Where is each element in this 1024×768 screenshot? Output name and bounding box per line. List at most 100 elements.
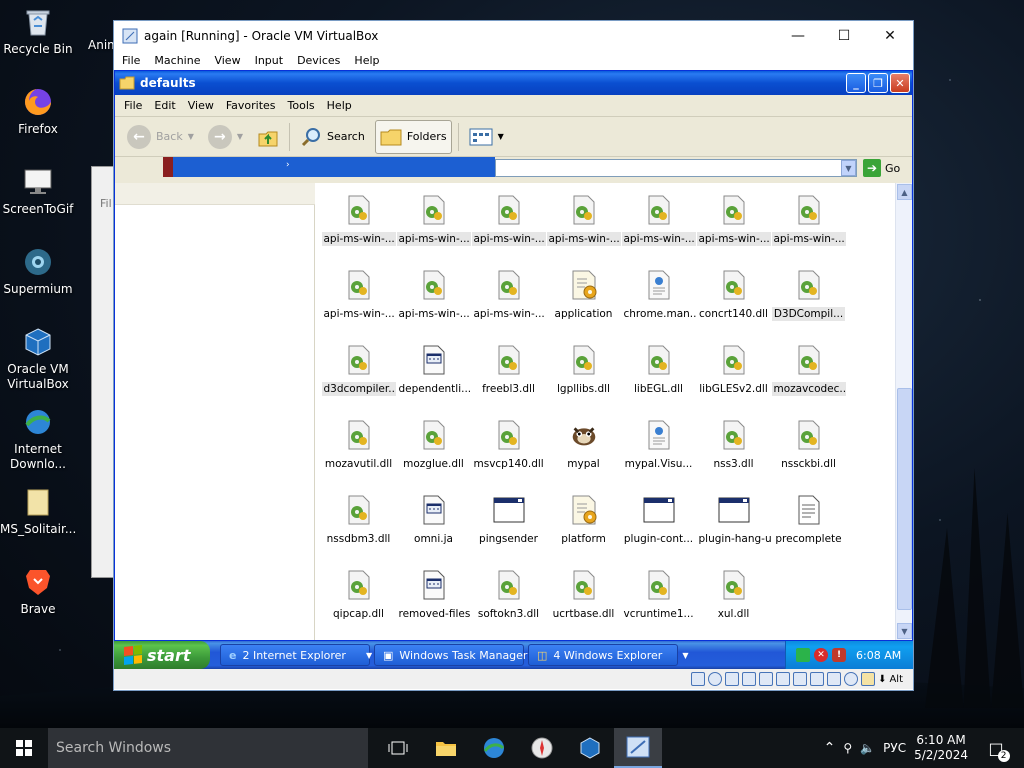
vbox-menu-help[interactable]: Help	[354, 54, 379, 67]
file-item[interactable]: platform	[546, 493, 621, 568]
desktop-icon-partial[interactable]: Anim	[78, 6, 118, 53]
windows-start-button[interactable]	[0, 728, 48, 768]
hard-disk-icon[interactable]	[691, 672, 706, 686]
file-item[interactable]: d3dcompiler...	[321, 343, 396, 418]
taskbar-item-task-manager[interactable]: ▣ Windows Task Manager	[374, 644, 527, 666]
people-icon[interactable]: ⚲	[843, 741, 852, 755]
file-item[interactable]: libEGL.dll	[621, 343, 696, 418]
folders-button[interactable]: Folders	[374, 119, 452, 154]
menu-help[interactable]: Help	[327, 99, 352, 112]
file-item[interactable]: pingsender	[471, 493, 546, 568]
file-item[interactable]: api-ms-win-...	[396, 193, 471, 268]
file-item[interactable]: nss3.dll	[696, 418, 771, 493]
file-item[interactable]: concrt140.dll	[696, 268, 771, 343]
file-item[interactable]: precomplete	[771, 493, 846, 568]
audio-icon[interactable]	[725, 672, 740, 686]
close-icon[interactable]: ✕	[867, 21, 913, 51]
file-item[interactable]: mozavcodec...	[771, 343, 846, 418]
keyboard-icon[interactable]	[861, 672, 876, 686]
file-item[interactable]: vcruntime1...	[621, 568, 696, 643]
file-item[interactable]: api-ms-win-...	[771, 193, 846, 268]
file-item[interactable]: api-ms-win-...	[696, 193, 771, 268]
vbox-menu-machine[interactable]: Machine	[154, 54, 200, 67]
menu-favorites[interactable]: Favorites	[226, 99, 276, 112]
file-item[interactable]: lgpllibs.dll	[546, 343, 621, 418]
vbox-menu-view[interactable]: View	[214, 54, 240, 67]
network-icon[interactable]	[796, 648, 810, 662]
menu-edit[interactable]: Edit	[154, 99, 175, 112]
scroll-down-icon[interactable]: ▼	[897, 623, 912, 639]
desktop-icon-brave[interactable]: Brave	[0, 566, 76, 617]
minimize-icon[interactable]: _	[846, 73, 866, 93]
file-item[interactable]: api-ms-win-...	[321, 193, 396, 268]
xp-start-button[interactable]: start	[114, 641, 210, 669]
cpu-icon[interactable]	[827, 672, 842, 686]
mouse-integration-icon[interactable]	[844, 672, 859, 686]
usb-icon[interactable]	[759, 672, 774, 686]
file-item[interactable]: chrome.man...	[621, 268, 696, 343]
optical-drive-icon[interactable]	[708, 672, 723, 686]
shared-folder-icon[interactable]	[776, 672, 791, 686]
desktop-icon-firefox[interactable]: Firefox	[0, 86, 76, 137]
explorer-title-bar[interactable]: defaults _ ❐ ✕	[115, 71, 912, 95]
search-button[interactable]: Search	[296, 120, 369, 154]
file-item[interactable]: mozavutil.dll	[321, 418, 396, 493]
file-item[interactable]: api-ms-win-...	[546, 193, 621, 268]
file-item[interactable]: omni.ja	[396, 493, 471, 568]
file-item[interactable]: mypal	[546, 418, 621, 493]
display-icon[interactable]	[793, 672, 808, 686]
menu-view[interactable]: View	[188, 99, 214, 112]
address-input[interactable]	[495, 159, 857, 177]
maximize-icon[interactable]: ☐	[821, 21, 867, 51]
file-list[interactable]: api-ms-win-... api-ms-win-... api-ms-win-.…	[315, 183, 912, 640]
go-button[interactable]: ➔ Go	[863, 159, 900, 177]
back-button[interactable]: ← Back ▼	[123, 120, 198, 154]
desktop-icon-virtualbox[interactable]: Oracle VM VirtualBox	[0, 326, 76, 392]
vbox-title-bar[interactable]: again [Running] - Oracle VM VirtualBox —…	[114, 21, 913, 51]
vbox-menu-input[interactable]: Input	[255, 54, 283, 67]
file-item[interactable]: api-ms-win-...	[396, 268, 471, 343]
chevron-up-icon[interactable]: ⌃	[824, 740, 836, 756]
notification-center-button[interactable]: □ 2	[976, 728, 1016, 768]
task-view-button[interactable]	[374, 728, 422, 768]
file-item[interactable]: D3DCompil...	[771, 268, 846, 343]
file-item[interactable]: nssdbm3.dll	[321, 493, 396, 568]
pinned-app-compass[interactable]	[518, 728, 566, 768]
file-item[interactable]: ucrtbase.dll	[546, 568, 621, 643]
file-item[interactable]: removed-files	[396, 568, 471, 643]
vbox-menu-devices[interactable]: Devices	[297, 54, 340, 67]
file-item[interactable]: msvcp140.dll	[471, 418, 546, 493]
file-item[interactable]: mozglue.dll	[396, 418, 471, 493]
file-item[interactable]: application	[546, 268, 621, 343]
scroll-thumb[interactable]	[897, 388, 912, 610]
pinned-vm-running[interactable]	[614, 728, 662, 768]
desktop-icon-supermium[interactable]: Supermium	[0, 246, 76, 297]
language-indicator[interactable]: РУС	[883, 741, 906, 755]
file-item[interactable]: dependentli...	[396, 343, 471, 418]
menu-tools[interactable]: Tools	[288, 99, 315, 112]
network-adapter-icon[interactable]	[742, 672, 757, 686]
file-item[interactable]: api-ms-win-...	[621, 193, 696, 268]
restore-icon[interactable]: ❐	[868, 73, 888, 93]
close-icon[interactable]: ✕	[890, 73, 910, 93]
desktop-icon-recycle-bin[interactable]: Recycle Bin	[0, 6, 76, 57]
volume-muted-icon[interactable]: 🔈	[860, 741, 875, 755]
file-item[interactable]: plugin-cont...	[621, 493, 696, 568]
guest-screen[interactable]: defaults _ ❐ ✕ File Edit View Favorites …	[114, 70, 913, 689]
desktop-icon-ms-solitaire[interactable]: MS_Solitair...	[0, 486, 76, 537]
file-item[interactable]: libGLESv2.dll	[696, 343, 771, 418]
video-capture-icon[interactable]	[810, 672, 825, 686]
pinned-internet-download-manager[interactable]	[470, 728, 518, 768]
vbox-menu-file[interactable]: File	[122, 54, 140, 67]
file-item[interactable]: nssckbi.dll	[771, 418, 846, 493]
desktop-icon-screentogif[interactable]: ScreenToGif	[0, 166, 76, 217]
explorer-window[interactable]: defaults _ ❐ ✕ File Edit View Favorites …	[114, 70, 913, 641]
vertical-scrollbar[interactable]: ▲ ▼	[895, 183, 912, 640]
pinned-virtualbox[interactable]	[566, 728, 614, 768]
up-folder-button[interactable]	[253, 120, 283, 154]
file-item[interactable]: softokn3.dll	[471, 568, 546, 643]
scroll-up-icon[interactable]: ▲	[897, 184, 912, 200]
pinned-file-explorer[interactable]	[422, 728, 470, 768]
virtualbox-vm-window[interactable]: again [Running] - Oracle VM VirtualBox —…	[113, 20, 914, 691]
explorer-left-pane[interactable]	[115, 183, 315, 640]
